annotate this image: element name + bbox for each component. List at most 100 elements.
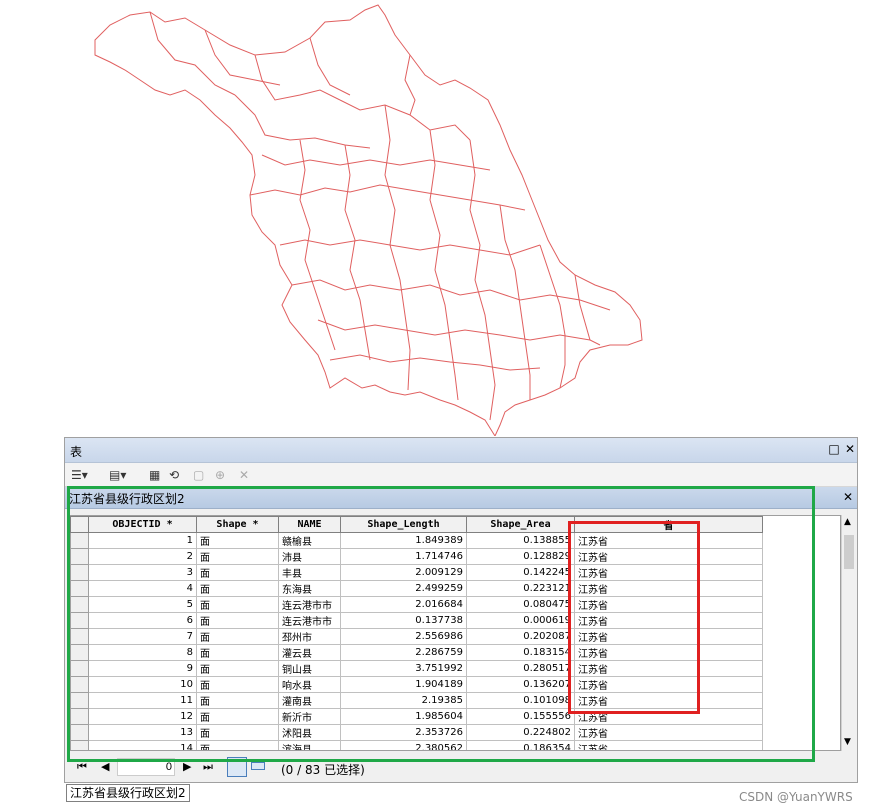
next-record-icon[interactable]: ▶	[183, 760, 191, 773]
cell-name: 邳州市	[278, 628, 341, 645]
cell-shape-area: 0.101098	[466, 692, 575, 709]
cell-province: 江苏省	[574, 644, 763, 661]
cell-shape: 面	[196, 708, 279, 725]
row-selector[interactable]	[70, 580, 89, 597]
row-selector[interactable]	[70, 548, 89, 565]
cell-objectid: 1	[88, 532, 197, 549]
column-header-shape-length[interactable]: Shape_Length	[340, 516, 467, 533]
row-selector[interactable]	[70, 612, 89, 629]
related-tables-icon[interactable]: ▤▾	[109, 466, 126, 484]
column-header-province[interactable]: 省	[574, 516, 763, 533]
cell-objectid: 11	[88, 692, 197, 709]
row-selector[interactable]	[70, 596, 89, 613]
scroll-down-icon[interactable]: ▼	[844, 737, 851, 747]
table-row[interactable]: 4 面东海县 2.499259 0.223121 江苏省	[70, 580, 763, 597]
province-outline	[94, 4, 643, 436]
previous-record-icon[interactable]: ◀	[101, 760, 109, 773]
cell-objectid: 5	[88, 596, 197, 613]
cell-shape-area: 0.223121	[466, 580, 575, 597]
cell-name: 铜山县	[278, 660, 341, 677]
cell-shape: 面	[196, 676, 279, 693]
cell-province: 江苏省	[574, 676, 763, 693]
table-tab[interactable]: 江苏省县级行政区划2	[66, 784, 190, 802]
scroll-thumb[interactable]	[844, 535, 854, 569]
scroll-up-icon[interactable]: ▲	[844, 517, 851, 527]
table-row[interactable]: 11 面灌南县 2.19385 0.101098 江苏省	[70, 692, 763, 709]
map-canvas[interactable]	[0, 0, 875, 436]
window-titlebar[interactable]: 表 □ ✕	[65, 438, 857, 463]
cell-province: 江苏省	[574, 548, 763, 565]
header-row: OBJECTID * Shape * NAME Shape_Length Sha…	[70, 516, 763, 533]
cell-name: 东海县	[278, 580, 341, 597]
table-options-icon[interactable]: ☰▾	[71, 466, 88, 484]
cell-shape-area: 0.224802	[466, 724, 575, 741]
cell-shape-length: 2.016684	[340, 596, 467, 613]
table-row[interactable]: 2 面沛县 1.714746 0.128829 江苏省	[70, 548, 763, 565]
cell-shape: 面	[196, 660, 279, 677]
cell-shape-length: 2.353726	[340, 724, 467, 741]
column-header-name[interactable]: NAME	[278, 516, 341, 533]
cell-objectid: 12	[88, 708, 197, 725]
row-selector[interactable]	[70, 676, 89, 693]
clear-selection-icon[interactable]: ▢	[193, 466, 204, 484]
cell-name: 灌云县	[278, 644, 341, 661]
cell-shape-area: 0.142245	[466, 564, 575, 581]
show-selected-records-icon[interactable]	[251, 762, 265, 770]
row-selector[interactable]	[70, 740, 89, 750]
column-header-selector[interactable]	[70, 516, 89, 533]
cell-province: 江苏省	[574, 628, 763, 645]
cell-objectid: 4	[88, 580, 197, 597]
row-selector[interactable]	[70, 692, 89, 709]
row-selector[interactable]	[70, 564, 89, 581]
column-header-shape-area[interactable]: Shape_Area	[466, 516, 575, 533]
row-selector[interactable]	[70, 724, 89, 741]
record-number-input[interactable]	[117, 758, 175, 776]
switch-selection-icon[interactable]: ⟲	[169, 466, 179, 484]
cell-shape: 面	[196, 548, 279, 565]
column-header-shape[interactable]: Shape *	[196, 516, 279, 533]
table-row[interactable]: 3 面丰县 2.009129 0.142245 江苏省	[70, 564, 763, 581]
cell-shape-area: 0.138855	[466, 532, 575, 549]
table-row[interactable]: 14 面滨海县 2.380562 0.186354 江苏省	[70, 740, 763, 750]
maximize-icon[interactable]: □	[827, 442, 841, 456]
attribute-grid[interactable]: OBJECTID * Shape * NAME Shape_Length Sha…	[69, 515, 841, 751]
cell-name: 滨海县	[278, 740, 341, 750]
table-row[interactable]: 7 面邳州市 2.556986 0.202087 江苏省	[70, 628, 763, 645]
show-all-records-icon[interactable]	[227, 757, 247, 777]
last-record-icon[interactable]: ⏭	[203, 760, 213, 774]
table-row[interactable]: 12 面新沂市 1.985604 0.155556 江苏省	[70, 708, 763, 725]
cell-name: 丰县	[278, 564, 341, 581]
watermark: CSDN @YuanYWRS	[739, 790, 853, 804]
close-table-icon[interactable]: ✕	[841, 490, 855, 504]
close-icon[interactable]: ✕	[843, 442, 857, 456]
zoom-to-selected-icon[interactable]: ⊕	[215, 466, 225, 484]
table-row[interactable]: 8 面灌云县 2.286759 0.183154 江苏省	[70, 644, 763, 661]
cell-shape-length: 2.556986	[340, 628, 467, 645]
table-row[interactable]: 5 面连云港市市 2.016684 0.080475 江苏省	[70, 596, 763, 613]
row-selector[interactable]	[70, 644, 89, 661]
cell-shape-length: 2.19385	[340, 692, 467, 709]
select-by-attributes-icon[interactable]: ▦	[149, 466, 160, 484]
cell-province: 江苏省	[574, 708, 763, 725]
cell-shape: 面	[196, 532, 279, 549]
table-row[interactable]: 13 面沭阳县 2.353726 0.224802 江苏省	[70, 724, 763, 741]
cell-shape: 面	[196, 628, 279, 645]
cell-shape-length: 0.137738	[340, 612, 467, 629]
first-record-icon[interactable]: ⏮	[77, 760, 87, 774]
table-row[interactable]: 9 面铜山县 3.751992 0.280517 江苏省	[70, 660, 763, 677]
column-header-objectid[interactable]: OBJECTID *	[88, 516, 197, 533]
table-row[interactable]: 6 面连云港市市 0.137738 0.000619 江苏省	[70, 612, 763, 629]
row-selector[interactable]	[70, 708, 89, 725]
cell-shape-area: 0.136207	[466, 676, 575, 693]
table-row[interactable]: 1 面赣榆县 1.849389 0.138855 江苏省	[70, 532, 763, 549]
table-row[interactable]: 10 面响水县 1.904189 0.136207 江苏省	[70, 676, 763, 693]
vertical-scrollbar[interactable]: ▲ ▼	[841, 515, 855, 751]
layer-name: 江苏省县级行政区划2	[69, 492, 185, 506]
cell-name: 新沂市	[278, 708, 341, 725]
row-selector[interactable]	[70, 628, 89, 645]
row-selector[interactable]	[70, 660, 89, 677]
cell-name: 沛县	[278, 548, 341, 565]
cell-province: 江苏省	[574, 740, 763, 750]
delete-selected-icon[interactable]: ✕	[239, 466, 249, 484]
row-selector[interactable]	[70, 532, 89, 549]
